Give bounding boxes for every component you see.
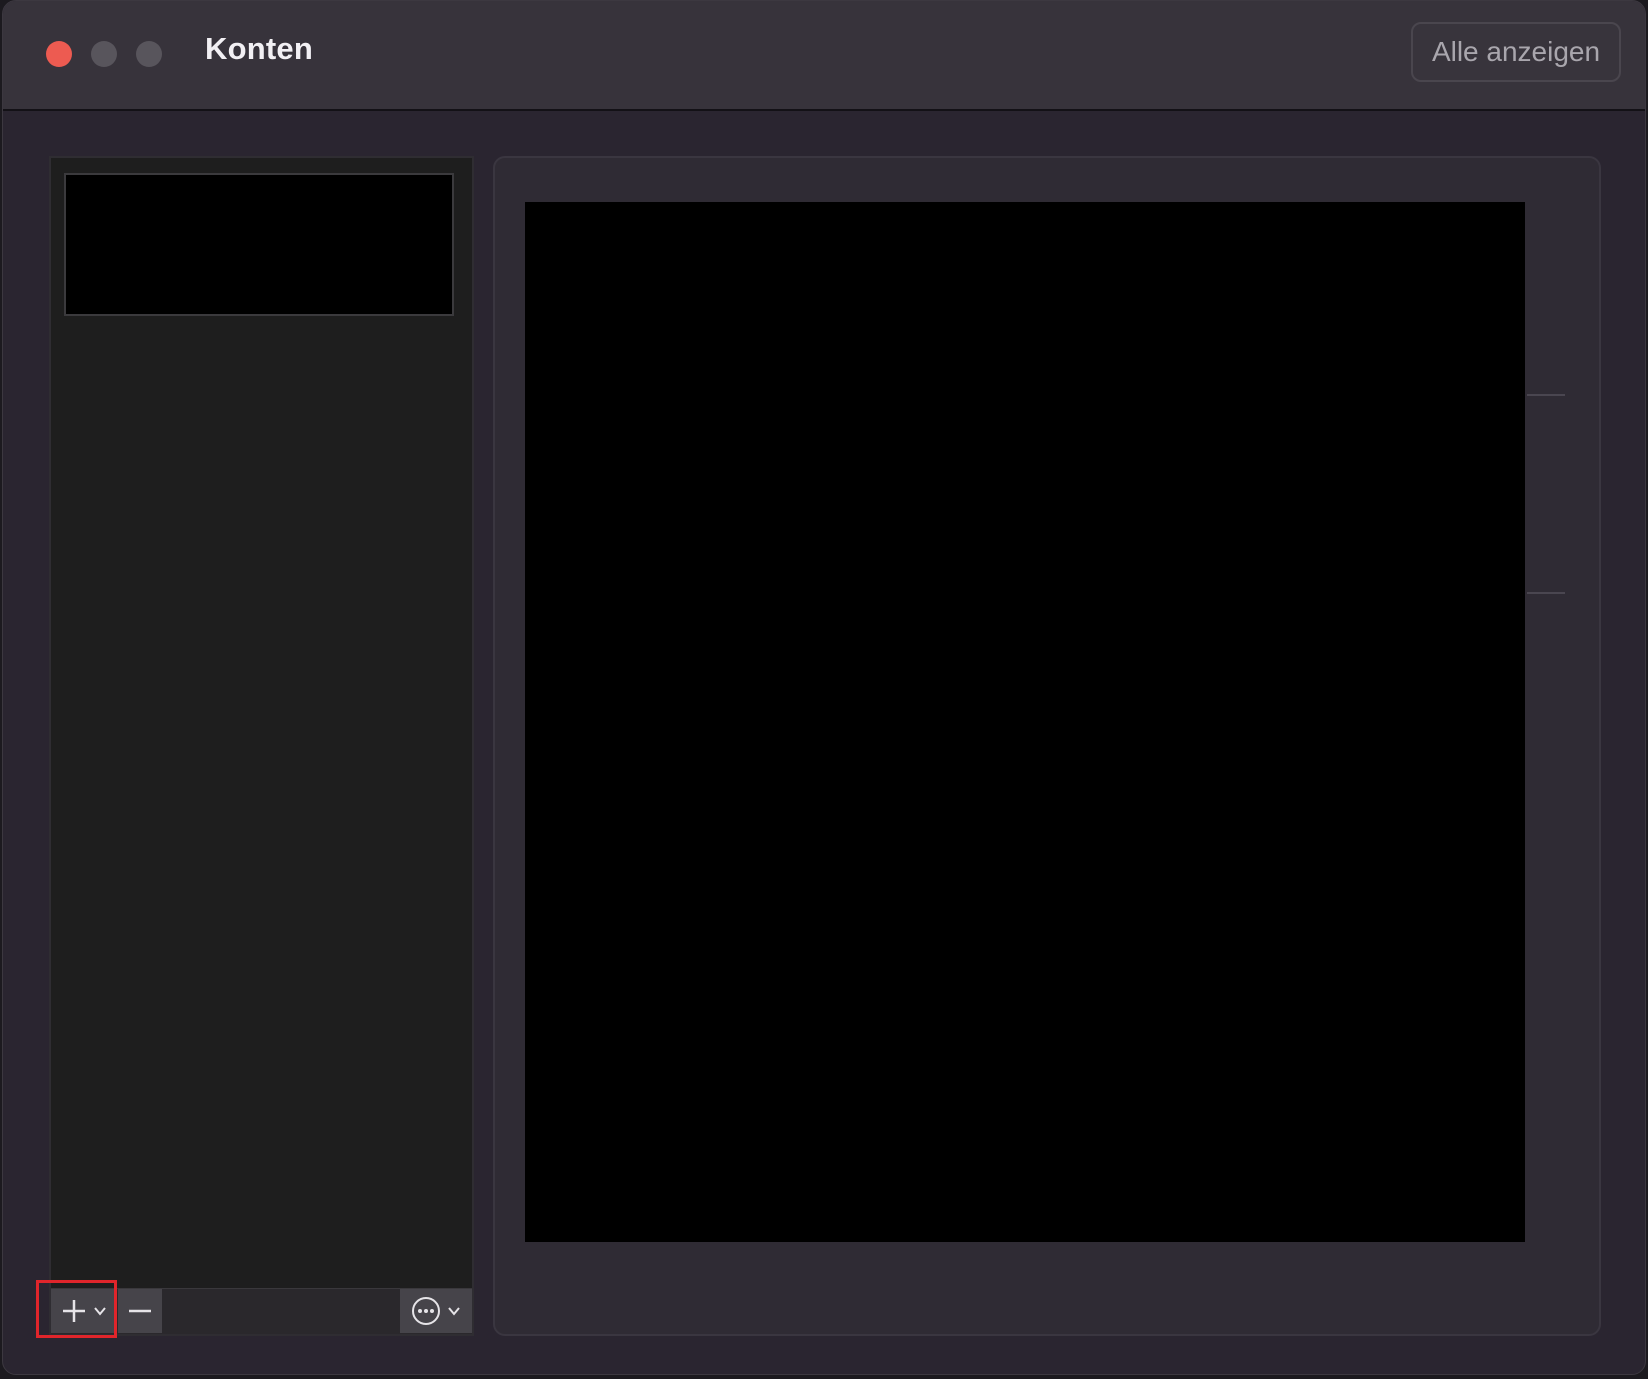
minimize-button[interactable]: [91, 41, 117, 67]
chevron-down-icon: [448, 1307, 460, 1316]
zoom-button[interactable]: [136, 41, 162, 67]
divider: [1527, 394, 1565, 396]
close-button[interactable]: [46, 41, 72, 67]
add-button-highlight: [36, 1280, 117, 1338]
accounts-window: Konten Alle anzeigen: [2, 0, 1646, 1375]
account-detail-pane: [493, 156, 1601, 1336]
accounts-list[interactable]: [49, 156, 474, 1336]
account-detail-content: [525, 202, 1525, 1242]
minus-icon: [129, 1309, 151, 1313]
title-bar: Konten Alle anzeigen: [3, 1, 1645, 111]
ellipsis-circle-icon: [412, 1297, 440, 1325]
window-title: Konten: [205, 31, 313, 66]
remove-account-button[interactable]: [118, 1289, 162, 1333]
more-actions-button[interactable]: [400, 1289, 472, 1333]
show-all-button[interactable]: Alle anzeigen: [1411, 22, 1621, 82]
divider: [1527, 592, 1565, 594]
selected-account-row[interactable]: [64, 173, 454, 316]
